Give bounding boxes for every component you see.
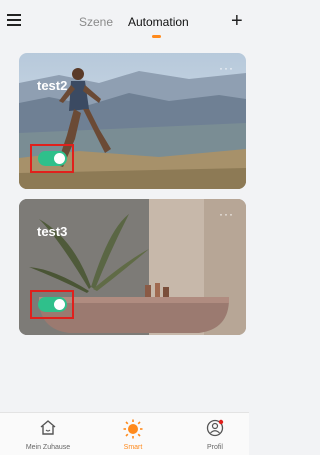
hamburger-menu-icon[interactable] <box>7 14 21 26</box>
toggle-knob <box>54 299 65 310</box>
nav-item-home[interactable]: Mein Zuhause <box>18 413 78 455</box>
nav-label: Mein Zuhause <box>25 444 71 451</box>
active-tab-indicator <box>152 35 161 38</box>
bottom-navigation: Mein Zuhause Smart Profil <box>0 412 249 455</box>
nav-label: Smart <box>123 444 143 451</box>
automation-card-test3[interactable]: test3 ··· <box>19 199 246 335</box>
highlight-box <box>30 144 74 173</box>
more-options-icon[interactable]: ··· <box>219 61 234 75</box>
profile-icon <box>206 419 224 437</box>
automation-toggle[interactable] <box>38 151 67 166</box>
highlight-box <box>30 290 74 319</box>
plus-icon[interactable]: + <box>231 11 243 31</box>
nav-label: Profil <box>207 444 223 451</box>
tab-szene[interactable]: Szene <box>79 15 113 29</box>
card-title: test3 <box>37 224 68 239</box>
tab-automation[interactable]: Automation <box>128 15 189 29</box>
toggle-knob <box>54 153 65 164</box>
home-icon <box>40 420 56 435</box>
sun-icon <box>123 419 143 439</box>
nav-item-smart[interactable]: Smart <box>103 413 163 455</box>
top-bar: Szene Automation + <box>0 0 249 46</box>
more-options-icon[interactable]: ··· <box>219 207 234 221</box>
automation-card-test2[interactable]: test2 ··· <box>19 53 246 189</box>
automation-toggle[interactable] <box>38 297 67 312</box>
nav-item-profile[interactable]: Profil <box>185 413 245 455</box>
card-title: test2 <box>37 78 68 93</box>
